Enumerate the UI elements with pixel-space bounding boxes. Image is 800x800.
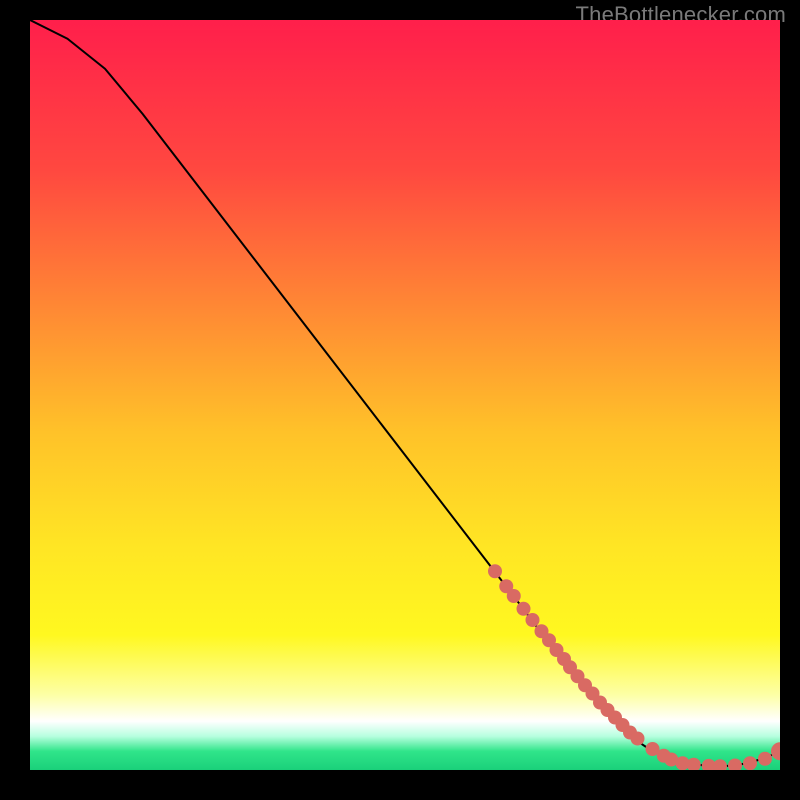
highlight-point: [488, 564, 502, 578]
chart-stage: TheBottlenecker.com: [0, 0, 800, 800]
highlight-point: [507, 589, 521, 603]
highlight-point: [631, 732, 645, 746]
highlight-point: [743, 756, 757, 770]
highlight-point: [526, 613, 540, 627]
gradient-background: [30, 20, 780, 770]
chart-plot-area: [30, 20, 780, 770]
highlight-point: [517, 602, 531, 616]
chart-svg: [30, 20, 780, 770]
highlight-point: [758, 752, 772, 766]
